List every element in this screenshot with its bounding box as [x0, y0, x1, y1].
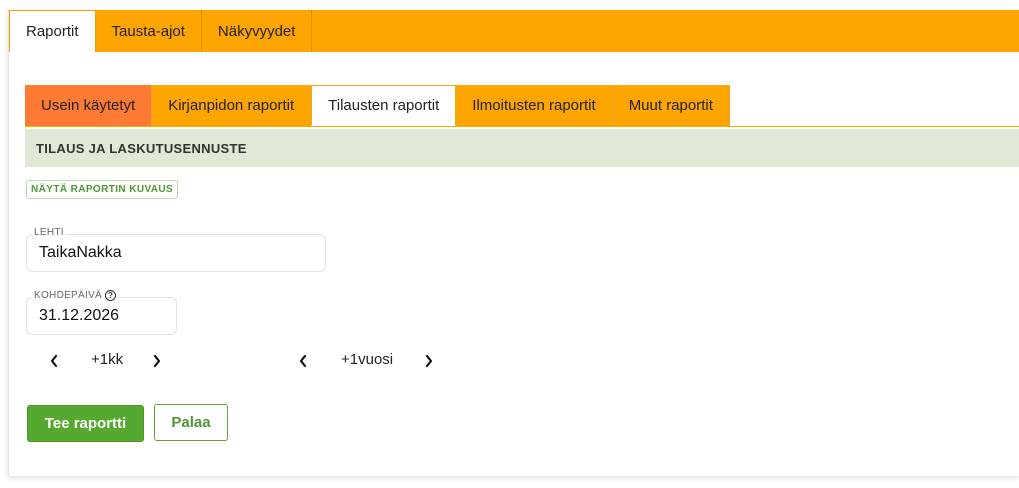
publication-input[interactable]: TaikaNakka [26, 234, 326, 272]
publication-label: LEHTI [32, 227, 66, 238]
report-category-tabs: Usein käytetyt Kirjanpidon raportit Tila… [25, 85, 1019, 127]
tab-ilmoitusten-raportit[interactable]: Ilmoitusten raportit [456, 85, 613, 126]
chevron-right-icon [153, 354, 161, 368]
tab-tilausten-raportit[interactable]: Tilausten raportit [311, 85, 457, 126]
month-prev-button[interactable] [46, 353, 62, 369]
tab-nakyvyydet[interactable]: Näkyvyydet [202, 10, 313, 52]
chevron-right-icon [425, 354, 433, 368]
month-next-button[interactable] [149, 353, 165, 369]
target-date-field[interactable]: 31.12.2026 KOHDEPÄIVÄ ? [26, 290, 177, 335]
year-next-button[interactable] [421, 353, 437, 369]
question-circle-icon[interactable]: ? [105, 290, 117, 301]
run-report-button[interactable]: Tee raportti [27, 405, 144, 442]
target-date-input[interactable]: 31.12.2026 [26, 297, 177, 335]
tab-tausta-ajot[interactable]: Tausta-ajot [96, 10, 202, 52]
show-description-button[interactable]: NÄYTÄ RAPORTIN KUVAUS [26, 180, 179, 199]
report-title: TILAUS JA LASKUTUSENNUSTE [25, 129, 1019, 167]
publication-field[interactable]: TaikaNakka LEHTI [26, 227, 326, 272]
tab-usein-kaytetyt[interactable]: Usein käytetyt [25, 85, 153, 126]
back-button[interactable]: Palaa [154, 404, 228, 441]
report-card: Raportit Tausta-ajot Näkyvyydet Usein kä… [8, 10, 1019, 476]
target-date-label: KOHDEPÄIVÄ ? [32, 290, 119, 301]
chevron-left-icon [299, 354, 307, 368]
month-step-label: +1kk [91, 351, 124, 368]
year-prev-button[interactable] [295, 353, 311, 369]
tab-raportit[interactable]: Raportit [9, 10, 96, 52]
chevron-left-icon [50, 354, 58, 368]
tab-kirjanpidon-raportit[interactable]: Kirjanpidon raportit [152, 85, 312, 126]
top-navigation: Raportit Tausta-ajot Näkyvyydet [9, 10, 1019, 52]
year-step-label: +1vuosi [341, 351, 394, 368]
tab-muut-raportit[interactable]: Muut raportit [612, 85, 730, 126]
